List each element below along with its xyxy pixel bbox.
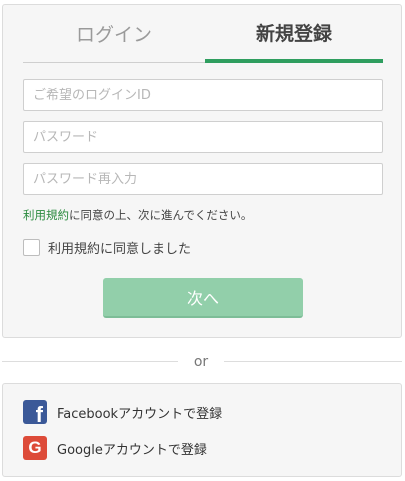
google-icon: G: [23, 436, 47, 460]
facebook-signup-label: Facebookアカウントで登録: [57, 406, 223, 422]
checkbox-box[interactable]: [23, 238, 40, 256]
tab-login[interactable]: ログイン: [23, 5, 205, 63]
next-button[interactable]: 次へ: [103, 278, 303, 318]
tab-register[interactable]: 新規登録: [205, 5, 383, 63]
google-glyph: G: [28, 438, 42, 457]
login-id-input[interactable]: [23, 79, 383, 111]
facebook-signup-button[interactable]: f Facebookアカウントで登録: [23, 400, 222, 424]
google-signup-label: Googleアカウントで登録: [57, 442, 207, 458]
facebook-glyph: f: [35, 402, 43, 425]
social-signup-card: f Facebookアカウントで登録 G Googleアカウントで登録: [2, 383, 402, 477]
or-divider-text: or: [178, 352, 224, 372]
password-input[interactable]: [23, 121, 383, 153]
auth-tabs: ログイン 新規登録: [23, 5, 383, 63]
terms-agree-label: 利用規約に同意しました: [48, 241, 192, 257]
password-confirm-input[interactable]: [23, 163, 383, 195]
terms-notice-text: に同意の上、次に進んでください。: [69, 208, 253, 222]
terms-link[interactable]: 利用規約: [23, 208, 69, 222]
facebook-icon: f: [23, 400, 47, 424]
terms-agree-checkbox[interactable]: 利用規約に同意しました: [23, 237, 191, 257]
terms-notice: 利用規約に同意の上、次に進んでください。: [23, 207, 252, 223]
registration-card: ログイン 新規登録 利用規約に同意の上、次に進んでください。 利用規約に同意しま…: [2, 4, 402, 338]
google-signup-button[interactable]: G Googleアカウントで登録: [23, 436, 207, 460]
